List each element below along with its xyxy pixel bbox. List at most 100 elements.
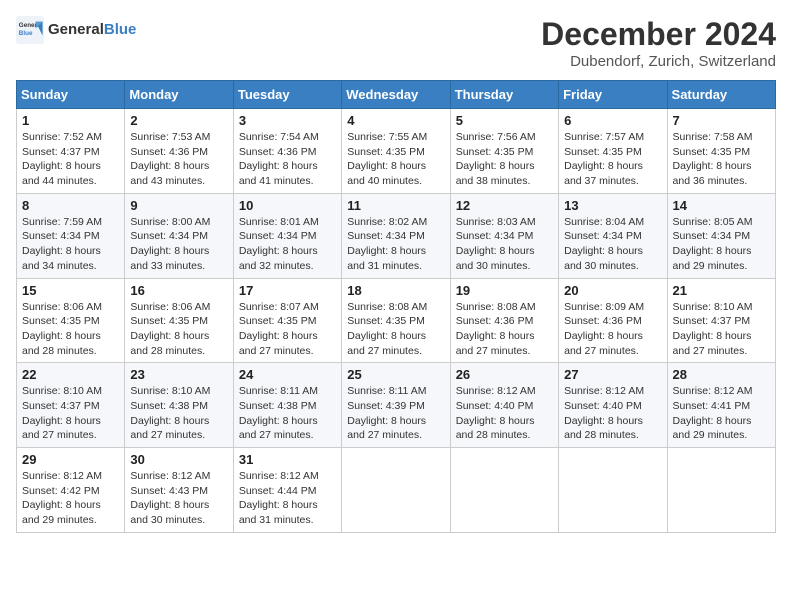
calendar-week-5: 29 Sunrise: 8:12 AM Sunset: 4:42 PM Dayl… — [17, 448, 776, 533]
day-info: Sunrise: 7:56 AM Sunset: 4:35 PM Dayligh… — [456, 130, 553, 189]
day-info: Sunrise: 8:12 AM Sunset: 4:42 PM Dayligh… — [22, 469, 119, 528]
daylight-label: Daylight: 8 hours and 29 minutes. — [673, 415, 752, 442]
sunrise-label: Sunrise: 8:05 AM — [673, 216, 753, 228]
col-thursday: Thursday — [450, 81, 558, 109]
sunrise-label: Sunrise: 7:57 AM — [564, 131, 644, 143]
day-info: Sunrise: 8:00 AM Sunset: 4:34 PM Dayligh… — [130, 215, 227, 274]
day-number: 7 — [673, 113, 770, 128]
day-number: 4 — [347, 113, 444, 128]
daylight-label: Daylight: 8 hours and 28 minutes. — [130, 330, 209, 357]
day-number: 23 — [130, 367, 227, 382]
day-number: 27 — [564, 367, 661, 382]
day-info: Sunrise: 8:11 AM Sunset: 4:38 PM Dayligh… — [239, 384, 336, 443]
sunset-label: Sunset: 4:41 PM — [673, 400, 751, 412]
calendar-header-row: Sunday Monday Tuesday Wednesday Thursday… — [17, 81, 776, 109]
calendar-cell: 3 Sunrise: 7:54 AM Sunset: 4:36 PM Dayli… — [233, 109, 341, 194]
day-info: Sunrise: 8:10 AM Sunset: 4:37 PM Dayligh… — [22, 384, 119, 443]
sunset-label: Sunset: 4:38 PM — [130, 400, 208, 412]
sunrise-label: Sunrise: 8:07 AM — [239, 301, 319, 313]
day-number: 3 — [239, 113, 336, 128]
day-number: 22 — [22, 367, 119, 382]
sunrise-label: Sunrise: 8:11 AM — [347, 385, 426, 397]
col-friday: Friday — [559, 81, 667, 109]
calendar-cell: 18 Sunrise: 8:08 AM Sunset: 4:35 PM Dayl… — [342, 278, 450, 363]
calendar-cell: 9 Sunrise: 8:00 AM Sunset: 4:34 PM Dayli… — [125, 193, 233, 278]
sunset-label: Sunset: 4:35 PM — [347, 146, 425, 158]
daylight-label: Daylight: 8 hours and 33 minutes. — [130, 245, 209, 272]
day-info: Sunrise: 8:05 AM Sunset: 4:34 PM Dayligh… — [673, 215, 770, 274]
day-info: Sunrise: 8:10 AM Sunset: 4:38 PM Dayligh… — [130, 384, 227, 443]
sunset-label: Sunset: 4:44 PM — [239, 485, 317, 497]
sunset-label: Sunset: 4:35 PM — [22, 315, 100, 327]
sunrise-label: Sunrise: 7:59 AM — [22, 216, 102, 228]
sunset-label: Sunset: 4:37 PM — [673, 315, 751, 327]
day-number: 13 — [564, 198, 661, 213]
day-info: Sunrise: 8:12 AM Sunset: 4:41 PM Dayligh… — [673, 384, 770, 443]
calendar-cell — [450, 448, 558, 533]
calendar-cell: 26 Sunrise: 8:12 AM Sunset: 4:40 PM Dayl… — [450, 363, 558, 448]
col-wednesday: Wednesday — [342, 81, 450, 109]
daylight-label: Daylight: 8 hours and 40 minutes. — [347, 160, 426, 187]
calendar-cell: 15 Sunrise: 8:06 AM Sunset: 4:35 PM Dayl… — [17, 278, 125, 363]
daylight-label: Daylight: 8 hours and 31 minutes. — [347, 245, 426, 272]
daylight-label: Daylight: 8 hours and 30 minutes. — [130, 499, 209, 526]
day-number: 6 — [564, 113, 661, 128]
day-info: Sunrise: 7:54 AM Sunset: 4:36 PM Dayligh… — [239, 130, 336, 189]
day-info: Sunrise: 7:52 AM Sunset: 4:37 PM Dayligh… — [22, 130, 119, 189]
sunrise-label: Sunrise: 7:56 AM — [456, 131, 536, 143]
sunrise-label: Sunrise: 8:12 AM — [564, 385, 644, 397]
sunset-label: Sunset: 4:39 PM — [347, 400, 425, 412]
day-info: Sunrise: 7:53 AM Sunset: 4:36 PM Dayligh… — [130, 130, 227, 189]
day-number: 26 — [456, 367, 553, 382]
calendar-week-4: 22 Sunrise: 8:10 AM Sunset: 4:37 PM Dayl… — [17, 363, 776, 448]
day-number: 1 — [22, 113, 119, 128]
page-container: General Blue GeneralBlue December 2024 D… — [16, 16, 776, 533]
day-info: Sunrise: 8:03 AM Sunset: 4:34 PM Dayligh… — [456, 215, 553, 274]
daylight-label: Daylight: 8 hours and 28 minutes. — [456, 415, 535, 442]
day-number: 2 — [130, 113, 227, 128]
day-number: 15 — [22, 283, 119, 298]
sunset-label: Sunset: 4:37 PM — [22, 400, 100, 412]
sunset-label: Sunset: 4:35 PM — [564, 146, 642, 158]
day-info: Sunrise: 8:01 AM Sunset: 4:34 PM Dayligh… — [239, 215, 336, 274]
day-number: 25 — [347, 367, 444, 382]
calendar-cell: 5 Sunrise: 7:56 AM Sunset: 4:35 PM Dayli… — [450, 109, 558, 194]
sunrise-label: Sunrise: 8:06 AM — [22, 301, 102, 313]
calendar-week-1: 1 Sunrise: 7:52 AM Sunset: 4:37 PM Dayli… — [17, 109, 776, 194]
day-info: Sunrise: 8:09 AM Sunset: 4:36 PM Dayligh… — [564, 300, 661, 359]
daylight-label: Daylight: 8 hours and 28 minutes. — [22, 330, 101, 357]
sunrise-label: Sunrise: 8:10 AM — [673, 301, 753, 313]
day-info: Sunrise: 8:08 AM Sunset: 4:35 PM Dayligh… — [347, 300, 444, 359]
svg-text:Blue: Blue — [19, 30, 33, 37]
logo-general: General — [48, 21, 104, 38]
day-info: Sunrise: 8:10 AM Sunset: 4:37 PM Dayligh… — [673, 300, 770, 359]
day-number: 17 — [239, 283, 336, 298]
calendar-cell: 17 Sunrise: 8:07 AM Sunset: 4:35 PM Dayl… — [233, 278, 341, 363]
sunrise-label: Sunrise: 8:00 AM — [130, 216, 210, 228]
daylight-label: Daylight: 8 hours and 27 minutes. — [347, 330, 426, 357]
calendar-cell: 7 Sunrise: 7:58 AM Sunset: 4:35 PM Dayli… — [667, 109, 775, 194]
sunset-label: Sunset: 4:34 PM — [456, 230, 534, 242]
day-number: 20 — [564, 283, 661, 298]
day-number: 28 — [673, 367, 770, 382]
sunset-label: Sunset: 4:40 PM — [456, 400, 534, 412]
day-info: Sunrise: 8:06 AM Sunset: 4:35 PM Dayligh… — [22, 300, 119, 359]
day-info: Sunrise: 7:57 AM Sunset: 4:35 PM Dayligh… — [564, 130, 661, 189]
day-info: Sunrise: 7:55 AM Sunset: 4:35 PM Dayligh… — [347, 130, 444, 189]
calendar-cell: 22 Sunrise: 8:10 AM Sunset: 4:37 PM Dayl… — [17, 363, 125, 448]
day-info: Sunrise: 8:12 AM Sunset: 4:40 PM Dayligh… — [564, 384, 661, 443]
day-number: 16 — [130, 283, 227, 298]
daylight-label: Daylight: 8 hours and 32 minutes. — [239, 245, 318, 272]
sunrise-label: Sunrise: 8:04 AM — [564, 216, 644, 228]
daylight-label: Daylight: 8 hours and 30 minutes. — [456, 245, 535, 272]
day-number: 12 — [456, 198, 553, 213]
calendar-cell: 28 Sunrise: 8:12 AM Sunset: 4:41 PM Dayl… — [667, 363, 775, 448]
calendar-week-3: 15 Sunrise: 8:06 AM Sunset: 4:35 PM Dayl… — [17, 278, 776, 363]
sunset-label: Sunset: 4:34 PM — [130, 230, 208, 242]
day-number: 8 — [22, 198, 119, 213]
logo-text: GeneralBlue — [48, 22, 136, 39]
col-tuesday: Tuesday — [233, 81, 341, 109]
sunrise-label: Sunrise: 8:12 AM — [22, 470, 102, 482]
col-saturday: Saturday — [667, 81, 775, 109]
sunset-label: Sunset: 4:43 PM — [130, 485, 208, 497]
